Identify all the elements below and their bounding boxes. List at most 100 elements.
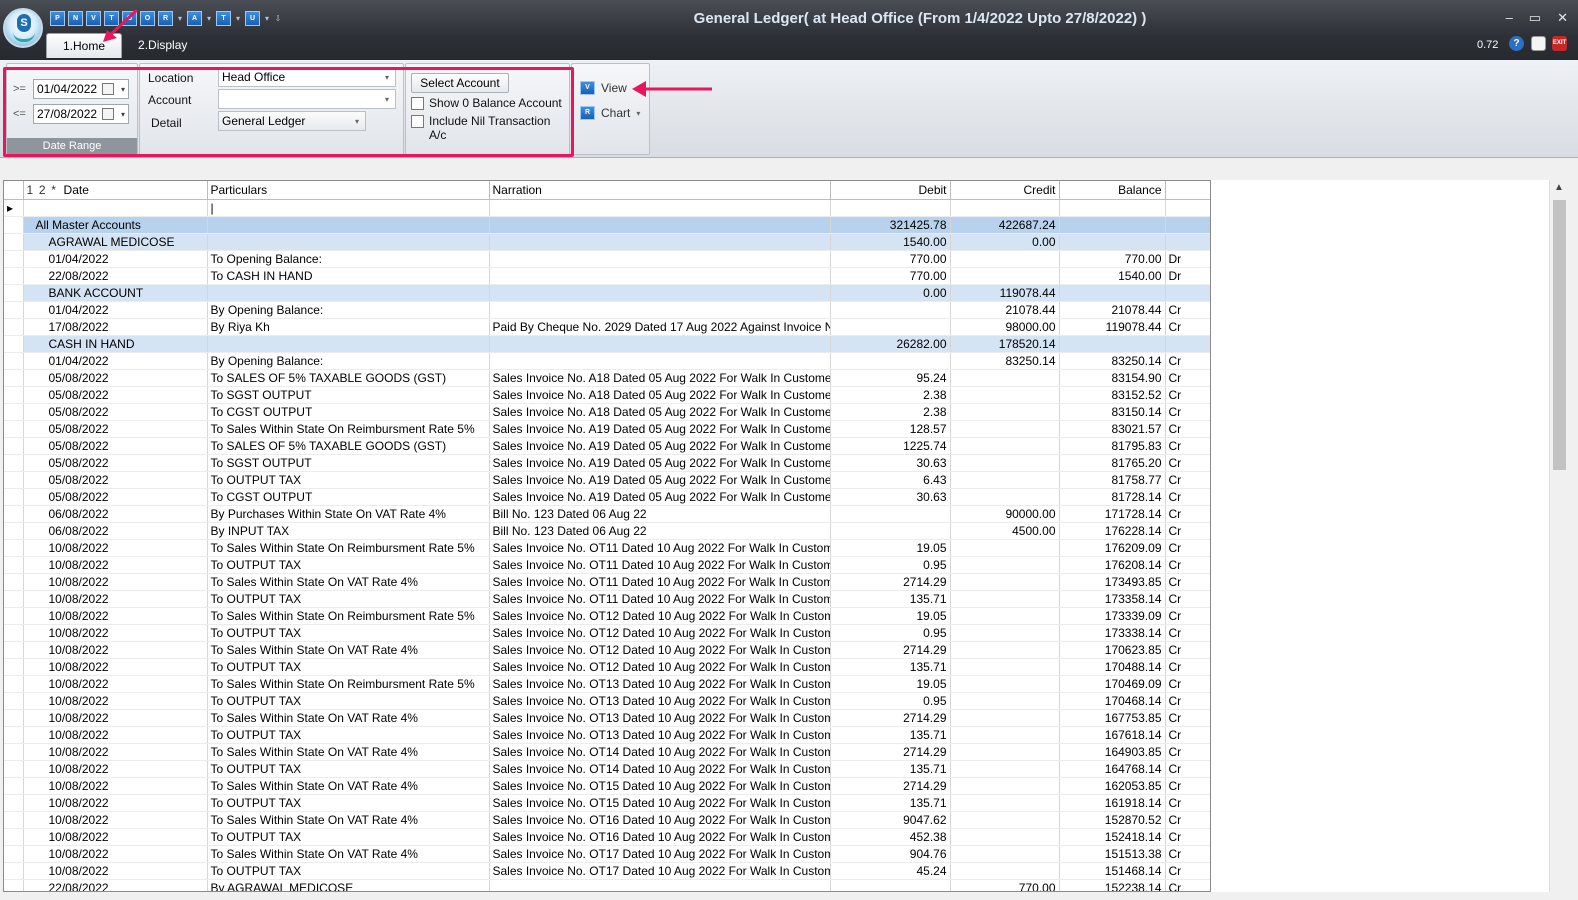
table-row[interactable]: 10/08/2022 To OUTPUT TAX Sales Invoice No.…: [4, 624, 1210, 642]
balance-cell[interactable]: 173338.14: [1059, 624, 1166, 642]
date-cell[interactable]: 10/08/2022: [23, 692, 208, 710]
drcr-cell[interactable]: Cr: [1165, 658, 1210, 676]
row-selector-cell[interactable]: [4, 658, 24, 676]
narration-cell[interactable]: [489, 284, 831, 302]
date-cell[interactable]: 05/08/2022: [23, 488, 208, 506]
table-row[interactable]: 10/08/2022 To Sales Within State On VAT R…: [4, 573, 1210, 591]
balance-cell[interactable]: 81728.14: [1059, 488, 1166, 506]
balance-cell[interactable]: [1059, 216, 1166, 234]
balance-cell[interactable]: 83150.14: [1059, 403, 1166, 421]
row-selector-cell[interactable]: [4, 607, 24, 625]
quick-access-button[interactable]: U: [245, 10, 260, 26]
particulars-cell[interactable]: To CASH IN HAND: [207, 267, 490, 285]
table-row[interactable]: 10/08/2022 To OUTPUT TAX Sales Invoice No.…: [4, 692, 1210, 710]
level-2-button[interactable]: 2: [39, 182, 48, 198]
show-zero-balance-checkbox[interactable]: [411, 97, 424, 110]
balance-cell[interactable]: [1059, 233, 1166, 251]
drcr-cell[interactable]: Cr: [1165, 828, 1210, 846]
row-selector-cell[interactable]: [4, 794, 24, 812]
row-selector-cell[interactable]: [4, 250, 24, 268]
filter-cell[interactable]: [23, 199, 208, 217]
table-row[interactable]: 10/08/2022 To OUTPUT TAX Sales Invoice No.…: [4, 590, 1210, 608]
drcr-cell[interactable]: [1165, 216, 1210, 234]
chevron-down-icon[interactable]: ▾: [176, 14, 184, 23]
narration-cell[interactable]: [489, 216, 831, 234]
credit-cell[interactable]: [950, 777, 1060, 795]
credit-cell[interactable]: [950, 556, 1060, 574]
drcr-cell[interactable]: Cr: [1165, 675, 1210, 693]
debit-cell[interactable]: 2.38: [830, 386, 951, 404]
from-date-input[interactable]: 01/04/2022 ▾: [33, 79, 129, 99]
row-selector-cell[interactable]: [4, 709, 24, 727]
table-row[interactable]: 01/04/2022 By Opening Balance: 21078.44 210…: [4, 301, 1210, 319]
particulars-cell[interactable]: By Riya Kh: [207, 318, 490, 336]
table-row[interactable]: 10/08/2022 To OUTPUT TAX Sales Invoice No.…: [4, 828, 1210, 846]
row-selector-cell[interactable]: [4, 403, 24, 421]
row-selector-cell[interactable]: [4, 811, 24, 829]
particulars-cell[interactable]: To CGST OUTPUT: [207, 403, 490, 421]
particulars-cell[interactable]: By Opening Balance:: [207, 301, 490, 319]
minimize-icon[interactable]: –: [1506, 10, 1513, 26]
credit-cell[interactable]: [950, 641, 1060, 659]
date-cell[interactable]: 10/08/2022: [23, 794, 208, 812]
drcr-cell[interactable]: Cr: [1165, 760, 1210, 778]
particulars-cell[interactable]: To SGST OUTPUT: [207, 454, 490, 472]
debit-cell[interactable]: 26282.00: [830, 335, 951, 353]
row-selector-cell[interactable]: [4, 777, 24, 795]
credit-cell[interactable]: 90000.00: [950, 505, 1060, 523]
credit-cell[interactable]: [950, 539, 1060, 557]
narration-cell[interactable]: Sales Invoice No. OT12 Dated 10 Aug 2022…: [489, 607, 831, 625]
debit-cell[interactable]: 2714.29: [830, 743, 951, 761]
debit-cell[interactable]: [830, 879, 951, 891]
table-row[interactable]: 05/08/2022 To SGST OUTPUT Sales Invoice No…: [4, 454, 1210, 472]
date-cell[interactable]: 10/08/2022: [23, 726, 208, 744]
debit-cell[interactable]: [830, 522, 951, 540]
drcr-cell[interactable]: Cr: [1165, 726, 1210, 744]
date-cell[interactable]: 05/08/2022: [23, 369, 208, 387]
narration-cell[interactable]: Sales Invoice No. OT12 Dated 10 Aug 2022…: [489, 641, 831, 659]
column-header-debit[interactable]: Debit: [830, 181, 951, 200]
date-cell[interactable]: 01/04/2022: [23, 250, 208, 268]
balance-cell[interactable]: 167618.14: [1059, 726, 1166, 744]
narration-cell[interactable]: [489, 301, 831, 319]
credit-cell[interactable]: 0.00: [950, 233, 1060, 251]
narration-cell[interactable]: Sales Invoice No. OT12 Dated 10 Aug 2022…: [489, 658, 831, 676]
particulars-cell[interactable]: To OUTPUT TAX: [207, 828, 490, 846]
narration-cell[interactable]: [489, 352, 831, 370]
balance-cell[interactable]: 170469.09: [1059, 675, 1166, 693]
row-selector-cell[interactable]: [4, 454, 24, 472]
drcr-cell[interactable]: Cr: [1165, 403, 1210, 421]
particulars-cell[interactable]: To Sales Within State On VAT Rate 4%: [207, 743, 490, 761]
date-cell[interactable]: CASH IN HAND: [23, 335, 208, 353]
drcr-cell[interactable]: Cr: [1165, 522, 1210, 540]
narration-cell[interactable]: Sales Invoice No. OT15 Dated 10 Aug 2022…: [489, 777, 831, 795]
credit-cell[interactable]: 21078.44: [950, 301, 1060, 319]
date-cell[interactable]: AGRAWAL MEDICOSE: [23, 233, 208, 251]
balance-cell[interactable]: 83250.14: [1059, 352, 1166, 370]
balance-cell[interactable]: 173493.85: [1059, 573, 1166, 591]
customize-toolbar-icon[interactable]: ⇩: [274, 14, 282, 23]
drcr-cell[interactable]: Cr: [1165, 539, 1210, 557]
date-cell[interactable]: 22/08/2022: [23, 267, 208, 285]
row-selector-cell[interactable]: [4, 692, 24, 710]
drcr-cell[interactable]: Cr: [1165, 811, 1210, 829]
table-row[interactable]: 10/08/2022 To OUTPUT TAX Sales Invoice No.…: [4, 760, 1210, 778]
particulars-cell[interactable]: [207, 233, 490, 251]
quick-access-button[interactable]: T: [216, 10, 231, 26]
particulars-cell[interactable]: To OUTPUT TAX: [207, 692, 490, 710]
particulars-cell[interactable]: To SALES OF 5% TAXABLE GOODS (GST): [207, 369, 490, 387]
particulars-cell[interactable]: By Opening Balance:: [207, 352, 490, 370]
detail-select[interactable]: General Ledger ▾: [218, 111, 366, 131]
filter-cell[interactable]: |: [207, 199, 490, 217]
table-row[interactable]: 17/08/2022 By Riya Kh Paid By Cheque No. 2…: [4, 318, 1210, 336]
table-row[interactable]: 22/08/2022 By AGRAWAL MEDICOSE 770.00 15223…: [4, 879, 1210, 891]
debit-cell[interactable]: 19.05: [830, 675, 951, 693]
debit-cell[interactable]: 2714.29: [830, 641, 951, 659]
drcr-cell[interactable]: Cr: [1165, 590, 1210, 608]
particulars-cell[interactable]: [207, 284, 490, 302]
narration-cell[interactable]: Sales Invoice No. OT11 Dated 10 Aug 2022…: [489, 590, 831, 608]
table-row[interactable]: 10/08/2022 To Sales Within State On VAT R…: [4, 845, 1210, 863]
debit-cell[interactable]: 95.24: [830, 369, 951, 387]
drcr-cell[interactable]: Cr: [1165, 301, 1210, 319]
debit-cell[interactable]: 135.71: [830, 658, 951, 676]
